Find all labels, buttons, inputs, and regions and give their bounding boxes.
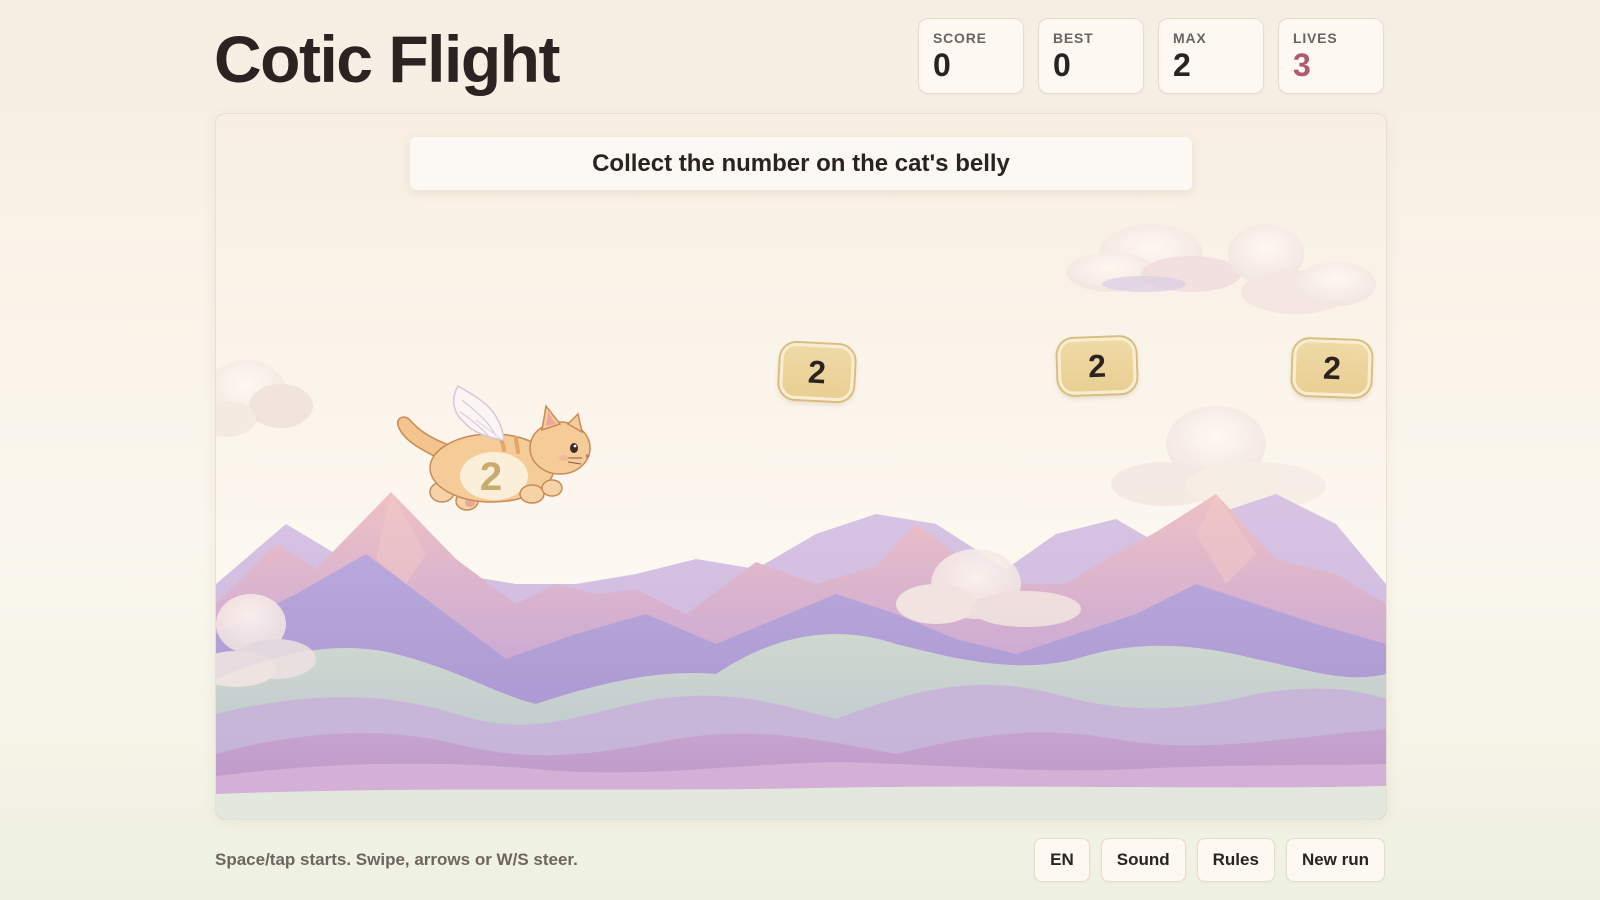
winged-cat-icon: 2 (396, 384, 591, 511)
controls-hint: Space/tap starts. Swipe, arrows or W/S s… (215, 850, 578, 869)
language-button[interactable]: EN (1034, 838, 1090, 882)
instruction-banner: Collect the number on the cat's belly (410, 137, 1192, 190)
number-token[interactable]: 2 (1292, 338, 1372, 398)
stat-score-label: SCORE (933, 30, 987, 46)
stat-lives-label: LIVES (1293, 30, 1338, 46)
game-title: Cotic Flight (214, 22, 560, 96)
cloud-icon (216, 360, 313, 437)
stat-max-label: MAX (1173, 30, 1207, 46)
ground-strip (216, 786, 1386, 819)
cloud-icon (1066, 224, 1376, 314)
stat-max: MAX 2 (1158, 18, 1264, 94)
stat-best-label: BEST (1053, 30, 1094, 46)
stat-lives: LIVES 3 (1278, 18, 1384, 94)
stat-score-value: 0 (933, 47, 951, 83)
sound-button[interactable]: Sound (1100, 838, 1186, 882)
game-canvas[interactable]: Collect the number on the cat's belly 2 … (215, 113, 1387, 820)
footer-toolbar: EN Sound Rules New run (1034, 838, 1385, 882)
stat-best: BEST 0 (1038, 18, 1144, 94)
stat-best-value: 0 (1053, 47, 1071, 83)
number-token[interactable]: 2 (1057, 336, 1137, 396)
app-root: Cotic Flight SCORE 0 BEST 0 MAX 2 LIVES … (0, 0, 1600, 900)
stats-panel: SCORE 0 BEST 0 MAX 2 LIVES 3 (918, 18, 1384, 94)
rules-button[interactable]: Rules (1196, 838, 1275, 882)
cloud-icon (1111, 406, 1326, 510)
stat-lives-value: 3 (1293, 47, 1311, 83)
number-token[interactable]: 2 (778, 342, 856, 402)
stat-score: SCORE 0 (918, 18, 1024, 94)
cat-belly-number: 2 (480, 455, 502, 499)
stat-max-value: 2 (1173, 47, 1191, 83)
new-run-button[interactable]: New run (1285, 838, 1385, 882)
